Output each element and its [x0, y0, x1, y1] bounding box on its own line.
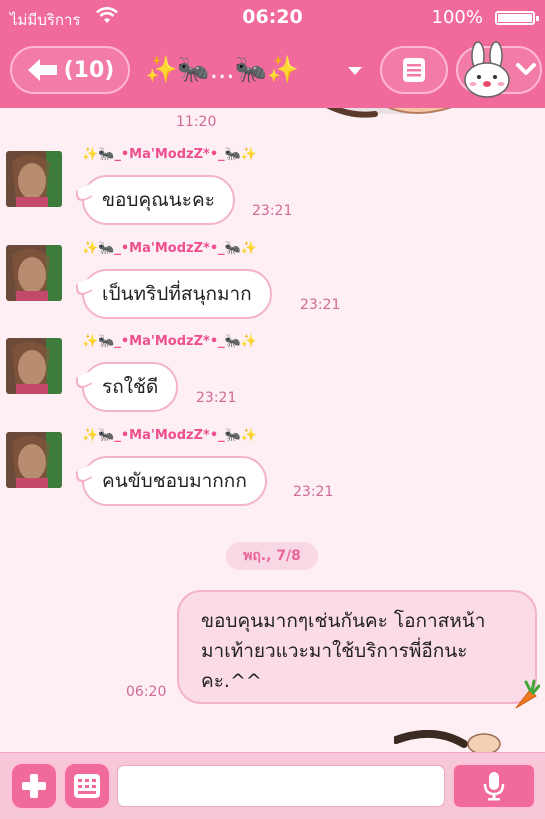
- avatar[interactable]: [6, 151, 62, 207]
- message-input[interactable]: [117, 765, 445, 807]
- sticker-image: [394, 730, 501, 752]
- date-separator: พฤ., 7/8: [226, 542, 318, 570]
- microphone-button[interactable]: [452, 763, 536, 809]
- message-time: 06:20: [126, 684, 167, 700]
- chat-area[interactable]: 11:20 ✨🐜_•Ma'ModzZ*•_🐜✨ ขอบคุณนะคะ 23:21: [0, 108, 545, 752]
- carrot-icon: [515, 679, 540, 709]
- avatar[interactable]: [6, 338, 62, 394]
- message-time: 23:21: [293, 484, 334, 500]
- outgoing-message-bubble[interactable]: ขอบคุนมากๆเช่นกันคะ โอกาสหน้า มาเท้ายวแว…: [177, 590, 537, 704]
- avatar[interactable]: [6, 245, 62, 301]
- microphone-icon: [483, 772, 505, 801]
- message-time: 23:21: [300, 297, 341, 313]
- menu-list-icon: [403, 58, 425, 82]
- battery-percent: 100%: [431, 7, 483, 28]
- message-bubble[interactable]: คนขับชอบมากกก: [82, 456, 267, 506]
- sender-name: ✨🐜_•Ma'ModzZ*•_🐜✨: [82, 334, 258, 349]
- message-line: คะ.^^: [201, 670, 262, 692]
- message-bubble[interactable]: เป็นทริปที่สนุกมาก: [82, 269, 272, 319]
- chat-header: (10) ✨🐜...🐜✨: [0, 36, 545, 108]
- plus-icon: [22, 774, 46, 798]
- sticker-image: [326, 108, 453, 118]
- add-button[interactable]: [10, 762, 58, 810]
- message-bubble[interactable]: รถใช้ดี: [82, 362, 179, 412]
- chat-title[interactable]: ✨🐜...🐜✨: [145, 50, 345, 90]
- message-line: มาเท้ายวแวะมาใช้บริการพี่อีกนะ: [201, 640, 468, 662]
- message-time: 23:21: [252, 203, 293, 219]
- message-bubble[interactable]: ขอบคุณนะคะ: [82, 175, 235, 225]
- keyboard-button[interactable]: [63, 762, 111, 810]
- menu-button[interactable]: [380, 46, 448, 94]
- message-line: ขอบคุนมากๆเช่นกันคะ โอกาสหน้า: [201, 610, 486, 632]
- status-bar: ไม่มีบริการ 06:20 100%: [0, 0, 545, 36]
- sticker-button[interactable]: [456, 41, 542, 98]
- message-time: 23:21: [196, 390, 237, 406]
- message-time: 11:20: [176, 114, 217, 130]
- back-arrow-icon: [27, 59, 57, 81]
- bunny-sticker-icon: [464, 41, 510, 98]
- avatar[interactable]: [6, 432, 62, 488]
- keyboard-grid-icon: [74, 774, 100, 798]
- sender-name: ✨🐜_•Ma'ModzZ*•_🐜✨: [82, 147, 258, 162]
- input-bar: [0, 752, 545, 819]
- back-button[interactable]: (10): [10, 46, 130, 94]
- unread-count: (10): [63, 57, 115, 83]
- battery-icon: [495, 11, 539, 25]
- triangle-down-icon[interactable]: [347, 66, 363, 76]
- sender-name: ✨🐜_•Ma'ModzZ*•_🐜✨: [82, 241, 258, 256]
- sender-name: ✨🐜_•Ma'ModzZ*•_🐜✨: [82, 428, 258, 443]
- chevron-down-icon: [516, 63, 536, 75]
